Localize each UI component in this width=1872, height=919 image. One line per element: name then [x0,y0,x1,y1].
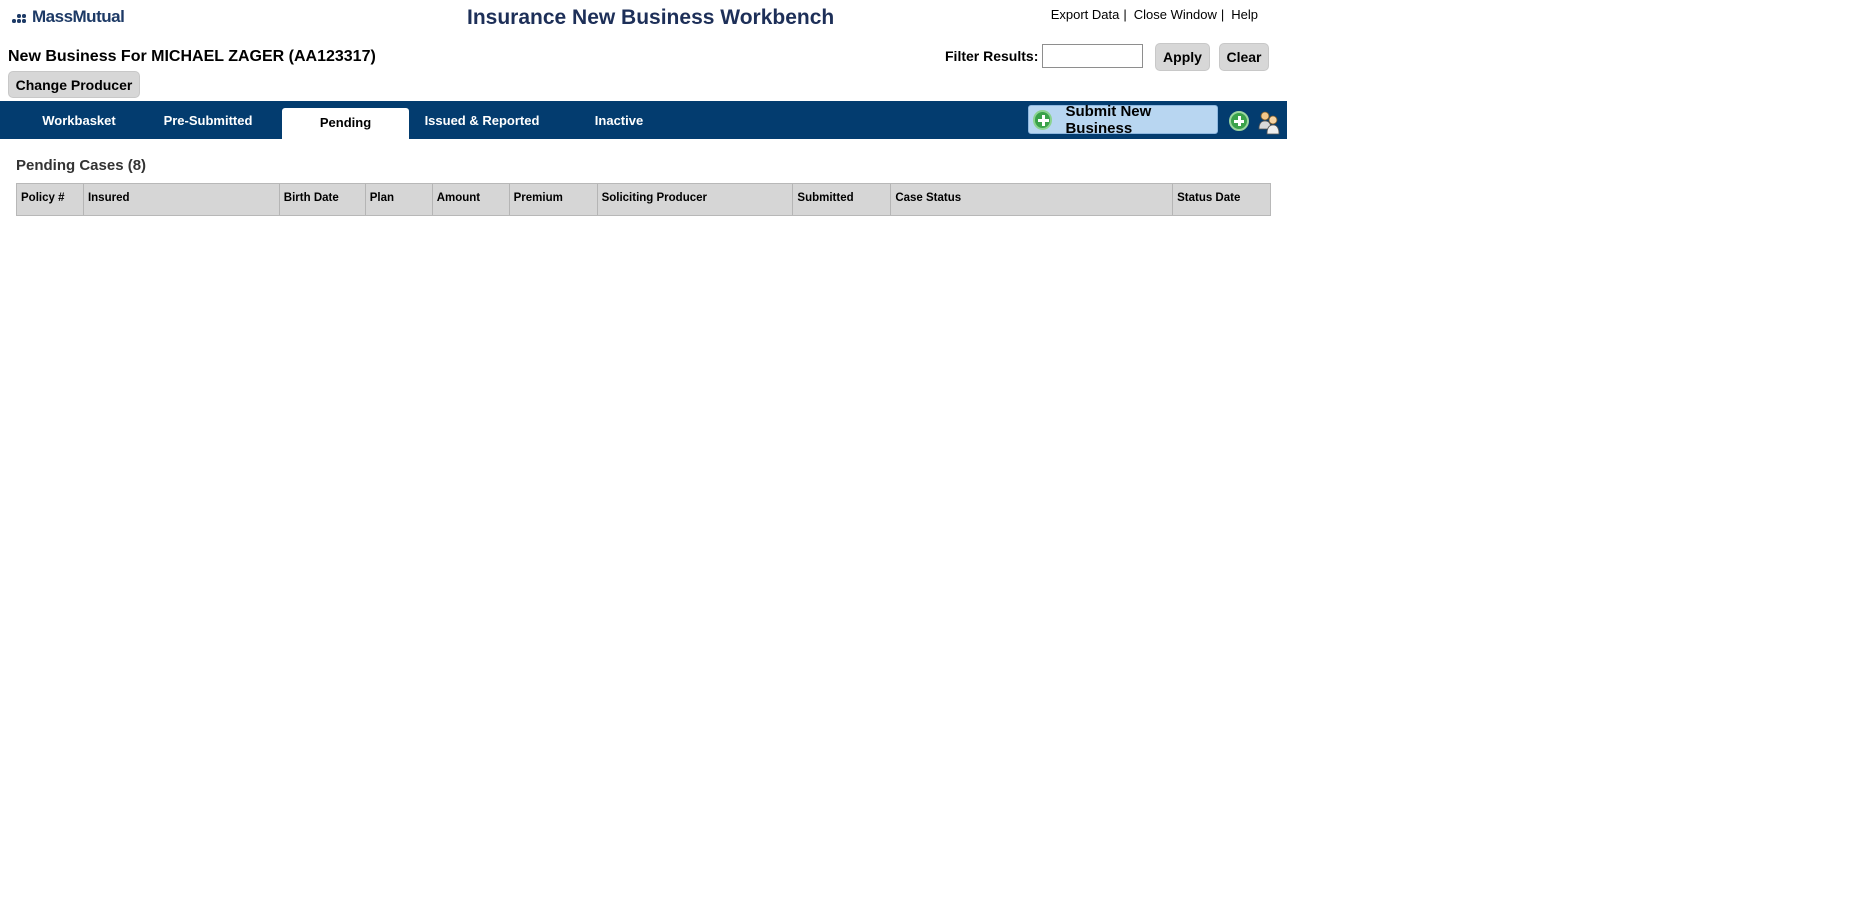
link-separator: | [1123,7,1127,22]
column-header[interactable]: Soliciting Producer [598,184,794,215]
filter-input[interactable] [1042,44,1144,68]
tab-workbasket[interactable]: Workbasket [24,101,134,139]
submit-new-business-button[interactable]: Submit New Business [1028,102,1218,137]
tab-issued-reported[interactable]: Issued & Reported [423,101,541,139]
submit-new-business-label: Submit New Business [1065,102,1152,137]
tab-pre-submitted[interactable]: Pre-Submitted [153,101,263,139]
link-separator: | [1220,7,1225,22]
column-header[interactable]: Insured [84,184,280,215]
section-title: Pending Cases (8) [16,157,147,174]
people-icon[interactable] [1257,109,1281,135]
tab-pending[interactable]: Pending [282,108,409,141]
page-title: New Business For MICHAEL ZAGER (AA123317… [8,48,376,65]
export-data-link[interactable]: Export Data [1051,7,1120,22]
filter-label: Filter Results: [945,48,1039,64]
app-title: Insurance New Business Workbench [467,6,835,29]
filter-results: Filter Results: [945,44,1144,68]
clear-button[interactable]: Clear [1219,43,1269,71]
massmutual-dots-icon [12,10,30,24]
tab-inactive[interactable]: Inactive [563,101,675,139]
column-header[interactable]: Amount [433,184,510,215]
add-circle-icon [1033,109,1053,130]
column-header[interactable]: Status Date [1173,184,1270,215]
logo-text: MassMutual [32,7,125,26]
column-header[interactable]: Case Status [891,184,1174,215]
column-header[interactable]: Birth Date [280,184,366,215]
column-header[interactable]: Plan [366,184,433,215]
help-link[interactable]: Help [1231,7,1258,22]
apply-button[interactable]: Apply [1155,43,1210,71]
close-window-link[interactable]: Close Window [1134,7,1217,22]
column-header[interactable]: Policy # [17,184,84,215]
massmutual-logo: MassMutual [12,7,125,27]
column-header[interactable]: Premium [510,184,598,215]
column-header[interactable]: Submitted [793,184,892,215]
top-links: Export Data | Close Window | Help [1051,7,1258,22]
pending-cases-table-header: Policy # Insured Birth Date Plan Amount … [16,183,1271,216]
change-producer-button[interactable]: Change Producer [8,71,140,98]
add-circle-icon[interactable] [1229,111,1249,131]
